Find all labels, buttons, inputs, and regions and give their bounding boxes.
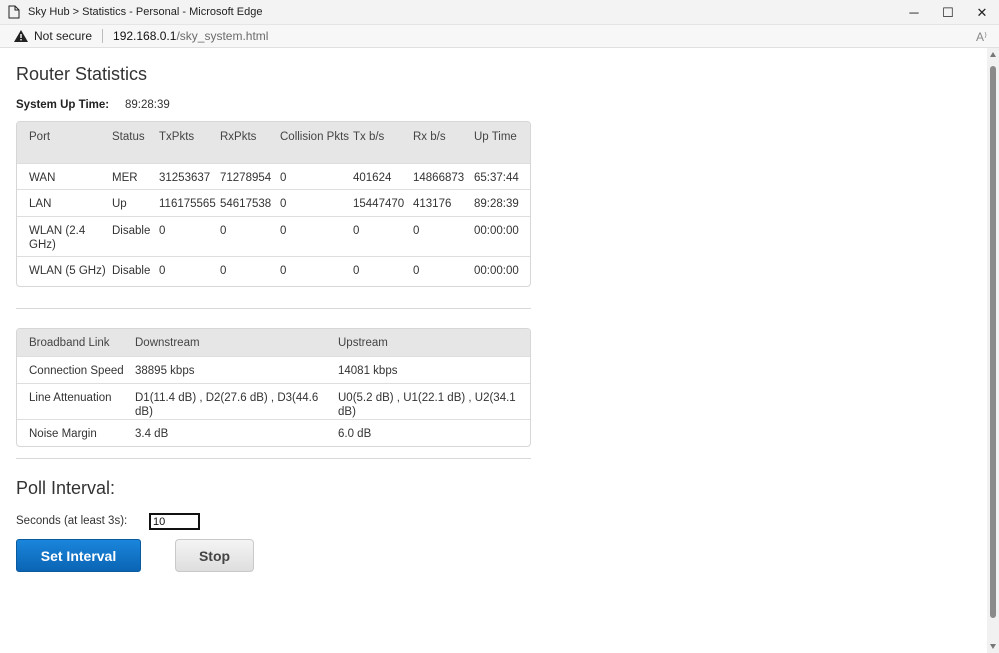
table-row: WLAN (2.4 GHz) Disable 0 0 0 0 0 00:00:0… xyxy=(17,215,530,256)
table-cell: 65:37:44 xyxy=(474,162,530,189)
vertical-scrollbar[interactable] xyxy=(987,48,999,653)
table-cell: 00:00:00 xyxy=(474,255,530,286)
table-cell: 54617538 xyxy=(220,188,280,216)
uptime-value: 89:28:39 xyxy=(125,99,170,111)
address-separator xyxy=(102,29,104,43)
table-cell: 0 xyxy=(159,255,220,286)
scroll-down-arrow-icon[interactable] xyxy=(990,644,996,649)
column-header: Downstream xyxy=(135,329,338,356)
table-cell: 0 xyxy=(280,162,353,189)
table-header-row: Port Status TxPkts RxPkts Collision Pkts… xyxy=(17,122,530,163)
minimize-button[interactable]: ─ xyxy=(897,0,931,25)
table-cell: 15447470 xyxy=(353,188,413,216)
column-header: Tx b/s xyxy=(353,122,413,163)
section-divider xyxy=(16,458,531,459)
seconds-input[interactable] xyxy=(149,513,200,530)
table-cell: 0 xyxy=(280,188,353,216)
title-bar: Sky Hub > Statistics - Personal - Micros… xyxy=(0,0,999,25)
table-cell: Line Attenuation xyxy=(17,382,135,419)
url-path[interactable]: /sky_system.html xyxy=(176,29,268,43)
window-title: Sky Hub > Statistics - Personal - Micros… xyxy=(28,6,263,18)
table-row: WLAN (5 GHz) Disable 0 0 0 0 0 00:00:00 xyxy=(17,255,530,286)
table-cell: 0 xyxy=(353,215,413,256)
table-cell: Up xyxy=(112,188,159,216)
maximize-button[interactable]: ☐ xyxy=(931,0,965,25)
table-cell: 0 xyxy=(413,255,474,286)
table-cell: 0 xyxy=(159,215,220,256)
seconds-label: Seconds (at least 3s): xyxy=(16,515,128,527)
column-header: TxPkts xyxy=(159,122,220,163)
table-row: WAN MER 31253637 71278954 0 401624 14866… xyxy=(17,162,530,189)
page-icon xyxy=(8,5,20,19)
table-cell: 6.0 dB xyxy=(338,418,530,446)
table-row: Line Attenuation D1(11.4 dB) , D2(27.6 d… xyxy=(17,382,530,419)
column-header: RxPkts xyxy=(220,122,280,163)
table-cell: 0 xyxy=(220,215,280,256)
table-row: Connection Speed 38895 kbps 14081 kbps xyxy=(17,355,530,383)
column-header: Upstream xyxy=(338,329,530,356)
table-cell: 71278954 xyxy=(220,162,280,189)
table-cell: 14866873 xyxy=(413,162,474,189)
read-aloud-icon[interactable]: A⁾ xyxy=(976,30,987,44)
table-cell: 3.4 dB xyxy=(135,418,338,446)
url-host[interactable]: 192.168.0.1 xyxy=(113,29,176,43)
table-cell: 38895 kbps xyxy=(135,355,338,383)
table-row: Noise Margin 3.4 dB 6.0 dB xyxy=(17,418,530,446)
table-cell: 0 xyxy=(413,215,474,256)
table-cell: WLAN (2.4 GHz) xyxy=(17,215,112,256)
table-cell: 116175565 xyxy=(159,188,220,216)
table-cell: Disable xyxy=(112,255,159,286)
table-cell: Disable xyxy=(112,215,159,256)
scroll-up-arrow-icon[interactable] xyxy=(990,52,996,57)
scroll-thumb[interactable] xyxy=(990,66,996,618)
table-cell: 00:00:00 xyxy=(474,215,530,256)
table-cell: 0 xyxy=(280,215,353,256)
table-cell: 0 xyxy=(220,255,280,286)
table-cell: 89:28:39 xyxy=(474,188,530,216)
table-cell: Connection Speed xyxy=(17,355,135,383)
table-cell: WLAN (5 GHz) xyxy=(17,255,112,286)
warning-icon[interactable] xyxy=(14,30,28,42)
table-cell: 413176 xyxy=(413,188,474,216)
column-header: Up Time xyxy=(474,122,530,163)
uptime-label: System Up Time: xyxy=(16,99,110,111)
section-divider xyxy=(16,308,531,309)
table-cell: Noise Margin xyxy=(17,418,135,446)
table-cell: LAN xyxy=(17,188,112,216)
window-controls: ─ ☐ ✕ xyxy=(897,0,999,25)
stop-button[interactable]: Stop xyxy=(175,539,254,572)
column-header: Rx b/s xyxy=(413,122,474,163)
set-interval-button[interactable]: Set Interval xyxy=(16,539,141,572)
table-cell: MER xyxy=(112,162,159,189)
table-cell: 0 xyxy=(353,255,413,286)
column-header: Collision Pkts xyxy=(280,122,353,163)
address-bar[interactable]: Not secure 192.168.0.1/sky_system.html A… xyxy=(0,25,999,48)
port-statistics-table: Port Status TxPkts RxPkts Collision Pkts… xyxy=(16,121,531,287)
table-row: LAN Up 116175565 54617538 0 15447470 413… xyxy=(17,188,530,216)
column-header: Port xyxy=(17,122,112,163)
table-header-row: Broadband Link Downstream Upstream xyxy=(17,329,530,356)
page-content: Router Statistics System Up Time: 89:28:… xyxy=(0,48,987,653)
table-cell: 401624 xyxy=(353,162,413,189)
table-cell: 0 xyxy=(280,255,353,286)
table-cell: 14081 kbps xyxy=(338,355,530,383)
not-secure-label[interactable]: Not secure xyxy=(34,29,92,43)
broadband-link-table: Broadband Link Downstream Upstream Conne… xyxy=(16,328,531,447)
page-title: Router Statistics xyxy=(16,64,148,84)
table-cell: D1(11.4 dB) , D2(27.6 dB) , D3(44.6 dB) xyxy=(135,382,338,419)
poll-interval-title: Poll Interval: xyxy=(16,478,116,498)
table-cell: WAN xyxy=(17,162,112,189)
table-cell: 31253637 xyxy=(159,162,220,189)
column-header: Status xyxy=(112,122,159,163)
close-button[interactable]: ✕ xyxy=(965,0,999,25)
column-header: Broadband Link xyxy=(17,329,135,356)
table-cell: U0(5.2 dB) , U1(22.1 dB) , U2(34.1 dB) xyxy=(338,382,530,419)
